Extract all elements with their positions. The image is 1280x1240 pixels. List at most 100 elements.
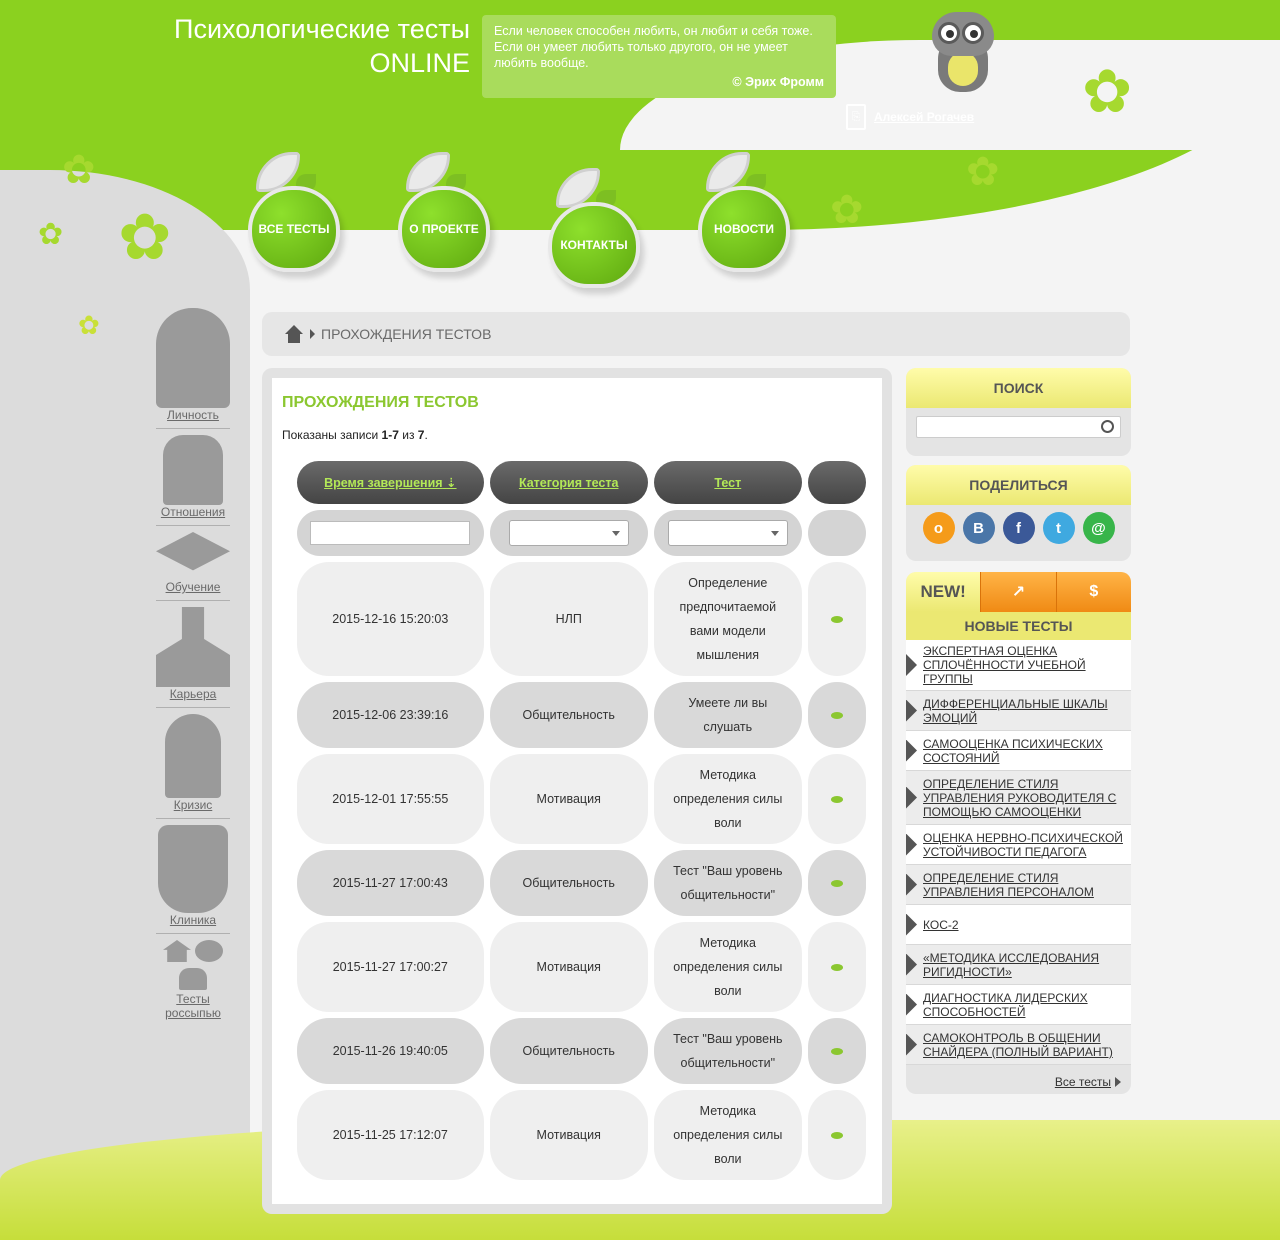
test-link[interactable]: «МЕТОДИКА ИССЛЕДОВАНИЯ РИГИДНОСТИ» xyxy=(923,951,1127,979)
list-item[interactable]: ЭКСПЕРТНАЯ ОЦЕНКА СПЛОЧЁННОСТИ УЧЕБНОЙ Г… xyxy=(906,640,1131,691)
column-header-time[interactable]: Время завершения ⇣ xyxy=(297,461,484,504)
sidebar-item-label: Кризис xyxy=(173,798,213,812)
view-button[interactable] xyxy=(807,850,866,916)
row-category: Общительность xyxy=(489,850,648,916)
quote-author: © Эрих Фромм xyxy=(732,75,824,89)
column-header-category[interactable]: Категория теста xyxy=(489,461,648,504)
test-link[interactable]: ЭКСПЕРТНАЯ ОЦЕНКА СПЛОЧЁННОСТИ УЧЕБНОЙ Г… xyxy=(923,644,1127,686)
owl-mascot-icon xyxy=(932,12,994,92)
eye-icon xyxy=(830,964,843,971)
misc-icons xyxy=(155,940,231,992)
nav-news[interactable]: НОВОСТИ xyxy=(698,152,798,282)
view-button[interactable] xyxy=(807,754,866,844)
tab-paid[interactable]: $ xyxy=(1056,572,1131,612)
sidebar-item-misc-tests[interactable]: Тесты россыпью xyxy=(152,940,234,1020)
arrow-right-icon xyxy=(906,913,917,936)
search-input[interactable] xyxy=(916,416,1121,438)
row-test: Умеете ли вы слушать xyxy=(653,682,802,748)
row-time: 2015-11-25 17:12:07 xyxy=(297,1090,484,1180)
arrow-right-icon xyxy=(906,654,917,676)
list-item[interactable]: КОС-2 xyxy=(906,905,1131,945)
house-icon xyxy=(163,940,191,962)
test-filter-select[interactable] xyxy=(667,520,788,546)
test-link[interactable]: ДИАГНОСТИКА ЛИДЕРСКИХ СПОСОБНОСТЕЙ xyxy=(923,991,1127,1019)
arrow-right-icon xyxy=(906,993,917,1016)
eye-icon xyxy=(830,712,843,719)
arrow-right-icon xyxy=(906,1033,917,1056)
sidebar-item-clinic[interactable]: Клиника xyxy=(152,825,234,927)
nav-all-tests-label: ВСЕ ТЕСТЫ xyxy=(248,186,340,272)
sidebar-item-relations[interactable]: Отношения xyxy=(152,435,234,519)
arrow-right-icon xyxy=(906,699,917,722)
row-category: НЛП xyxy=(489,562,648,676)
home-icon[interactable] xyxy=(284,325,304,343)
test-link[interactable]: ДИФФЕРЕНЦИАЛЬНЫЕ ШКАЛЫ ЭМОЦИЙ xyxy=(923,697,1127,725)
trend-chart-icon: ↗ xyxy=(1011,584,1026,601)
view-button[interactable] xyxy=(807,1018,866,1084)
test-link[interactable]: САМООЦЕНКА ПСИХИЧЕСКИХ СОСТОЯНИЙ xyxy=(923,737,1127,765)
tab-new[interactable]: NEW! xyxy=(906,572,982,612)
row-test: Методика определения силы воли xyxy=(653,922,802,1012)
user-name-link[interactable]: Алексей Рогачев xyxy=(874,110,974,124)
eye-icon xyxy=(830,1132,843,1139)
time-filter-input[interactable] xyxy=(310,521,471,545)
flower-icon: ✿ xyxy=(830,188,864,232)
list-item[interactable]: САМООЦЕНКА ПСИХИЧЕСКИХ СОСТОЯНИЙ xyxy=(906,731,1131,771)
new-tests-title: НОВЫЕ ТЕСТЫ xyxy=(906,612,1131,640)
list-item[interactable]: ДИАГНОСТИКА ЛИДЕРСКИХ СПОСОБНОСТЕЙ xyxy=(906,985,1131,1025)
nav-contacts[interactable]: КОНТАКТЫ xyxy=(548,168,648,298)
sidebar-item-crisis[interactable]: Кризис xyxy=(152,714,234,812)
view-button[interactable] xyxy=(807,682,866,748)
search-title: ПОИСК xyxy=(906,368,1131,408)
mailru-icon[interactable]: @ xyxy=(1082,512,1115,544)
list-item[interactable]: «МЕТОДИКА ИССЛЕДОВАНИЯ РИГИДНОСТИ» xyxy=(906,945,1131,985)
list-item[interactable]: ОПРЕДЕЛЕНИЕ СТИЛЯ УПРАВЛЕНИЯ РУКОВОДИТЕЛ… xyxy=(906,771,1131,825)
list-item[interactable]: ОЦЕНКА НЕРВНО-ПСИХИЧЕСКОЙ УСТОЙЧИВОСТИ П… xyxy=(906,825,1131,865)
quote-text: Если человек способен любить, он любит и… xyxy=(494,24,813,70)
group-icon xyxy=(179,968,207,990)
list-item[interactable]: ОПРЕДЕЛЕНИЕ СТИЛЯ УПРАВЛЕНИЯ ПЕРСОНАЛОМ xyxy=(906,865,1131,905)
results-table: Время завершения ⇣ Категория теста Тест … xyxy=(291,455,872,1186)
flower-icon: ✿ xyxy=(1082,58,1133,125)
page-title: ПРОХОЖДЕНИЯ ТЕСТОВ xyxy=(282,394,479,411)
row-test: Методика определения силы воли xyxy=(653,1090,802,1180)
row-test: Тест "Ваш уровень общительности" xyxy=(653,850,802,916)
row-test: Методика определения силы воли xyxy=(653,754,802,844)
view-button[interactable] xyxy=(807,922,866,1012)
row-time: 2015-12-01 17:55:55 xyxy=(297,754,484,844)
sidebar-categories: Личность Отношения Обучение Карьера Криз… xyxy=(152,308,234,1026)
flower-icon: ✿ xyxy=(62,148,96,192)
test-link[interactable]: ОПРЕДЕЛЕНИЕ СТИЛЯ УПРАВЛЕНИЯ ПЕРСОНАЛОМ xyxy=(923,871,1127,899)
view-button[interactable] xyxy=(807,562,866,676)
odnoklassniki-icon[interactable]: о xyxy=(922,512,955,544)
list-item[interactable]: САМОКОНТРОЛЬ В ОБЩЕНИИ СНАЙДЕРА (ПОЛНЫЙ … xyxy=(906,1025,1131,1065)
test-link[interactable]: ОЦЕНКА НЕРВНО-ПСИХИЧЕСКОЙ УСТОЙЧИВОСТИ П… xyxy=(923,831,1127,859)
category-filter-select[interactable] xyxy=(508,520,629,546)
all-tests-label[interactable]: Все тесты xyxy=(1055,1075,1111,1089)
sidebar-item-career[interactable]: Карьера xyxy=(152,607,234,701)
sidebar-item-education[interactable]: Обучение xyxy=(152,532,234,594)
tab-popular[interactable]: ↗ xyxy=(981,572,1057,612)
test-link[interactable]: САМОКОНТРОЛЬ В ОБЩЕНИИ СНАЙДЕРА (ПОЛНЫЙ … xyxy=(923,1031,1127,1059)
logout-door-icon[interactable]: ⎘ xyxy=(846,104,866,130)
eye-icon xyxy=(195,940,223,962)
vkontakte-icon[interactable]: В xyxy=(962,512,995,544)
arrow-right-icon xyxy=(906,873,917,896)
view-button[interactable] xyxy=(807,1090,866,1180)
user-profile[interactable]: ⎘ Алексей Рогачев xyxy=(846,104,974,130)
sidebar-item-personality[interactable]: Личность xyxy=(152,308,234,422)
list-item[interactable]: ДИФФЕРЕНЦИАЛЬНЫЕ ШКАЛЫ ЭМОЦИЙ xyxy=(906,691,1131,731)
nav-all-tests[interactable]: ВСЕ ТЕСТЫ xyxy=(248,152,348,282)
all-tests-link[interactable]: Все тесты xyxy=(906,1065,1131,1099)
nurse-icon xyxy=(158,825,228,913)
twitter-icon[interactable]: t xyxy=(1042,512,1075,544)
facebook-icon[interactable]: f xyxy=(1002,512,1035,544)
test-link[interactable]: КОС-2 xyxy=(923,918,959,932)
nav-about[interactable]: О ПРОЕКТЕ xyxy=(398,152,498,282)
filter-row xyxy=(297,510,866,556)
site-title[interactable]: Психологические тесты ONLINE xyxy=(120,12,470,80)
sidebar-item-label: Клиника xyxy=(169,913,217,927)
test-link[interactable]: ОПРЕДЕЛЕНИЕ СТИЛЯ УПРАВЛЕНИЯ РУКОВОДИТЕЛ… xyxy=(923,777,1127,819)
eye-icon xyxy=(830,1048,843,1055)
column-header-test[interactable]: Тест xyxy=(653,461,802,504)
